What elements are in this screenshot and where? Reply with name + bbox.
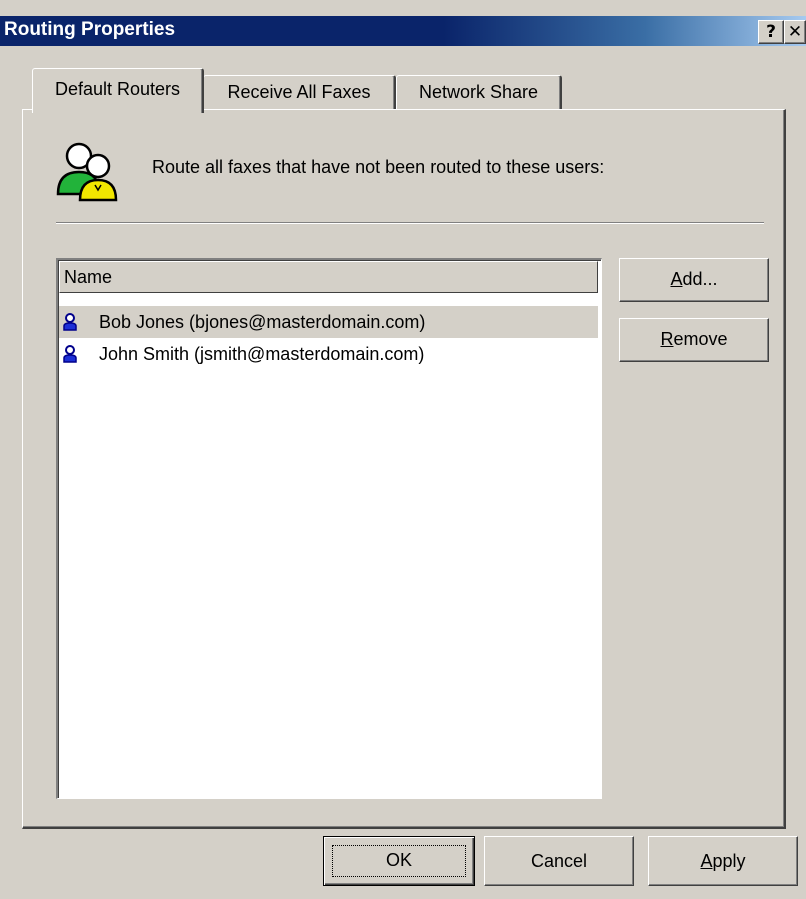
column-header-name[interactable]: Name: [59, 261, 598, 293]
routing-properties-dialog: Routing Properties ? ✕ Default Routers R…: [0, 0, 806, 899]
users-list[interactable]: Name Bob Jones (bjones@masterdomain.com)…: [56, 258, 602, 799]
tab-network-share[interactable]: Network Share: [396, 75, 562, 110]
list-item-label: John Smith (jsmith@masterdomain.com): [99, 344, 425, 364]
cancel-button[interactable]: Cancel: [484, 836, 634, 886]
users-group-icon: [56, 142, 118, 202]
ok-button-label: OK: [385, 850, 412, 870]
add-button[interactable]: Add...: [619, 258, 769, 302]
apply-button[interactable]: Apply: [648, 836, 798, 886]
title-bar[interactable]: Routing Properties ? ✕: [0, 16, 806, 46]
list-item[interactable]: John Smith (jsmith@masterdomain.com): [59, 338, 598, 370]
list-item-label: Bob Jones (bjones@masterdomain.com): [99, 312, 426, 332]
help-button[interactable]: ?: [758, 20, 784, 44]
remove-button-mnemonic: R: [660, 329, 674, 349]
remove-button[interactable]: Remove: [619, 318, 769, 362]
user-icon: [63, 313, 77, 331]
list-item[interactable]: Bob Jones (bjones@masterdomain.com): [59, 306, 598, 338]
remove-button-label: emove: [673, 329, 728, 349]
ok-button[interactable]: OK: [323, 836, 475, 886]
close-button[interactable]: ✕: [784, 20, 806, 44]
separator: [56, 222, 764, 224]
apply-button-label: pply: [712, 851, 746, 871]
apply-button-mnemonic: A: [700, 851, 713, 871]
instruction-text: Route all faxes that have not been route…: [152, 157, 605, 177]
tab-default-routers[interactable]: Default Routers: [32, 68, 204, 113]
tab-receive-all-faxes[interactable]: Receive All Faxes: [203, 75, 396, 110]
window-title: Routing Properties: [4, 19, 176, 40]
add-button-label: dd...: [682, 269, 718, 289]
user-icon: [63, 345, 77, 363]
add-button-mnemonic: A: [670, 269, 683, 289]
